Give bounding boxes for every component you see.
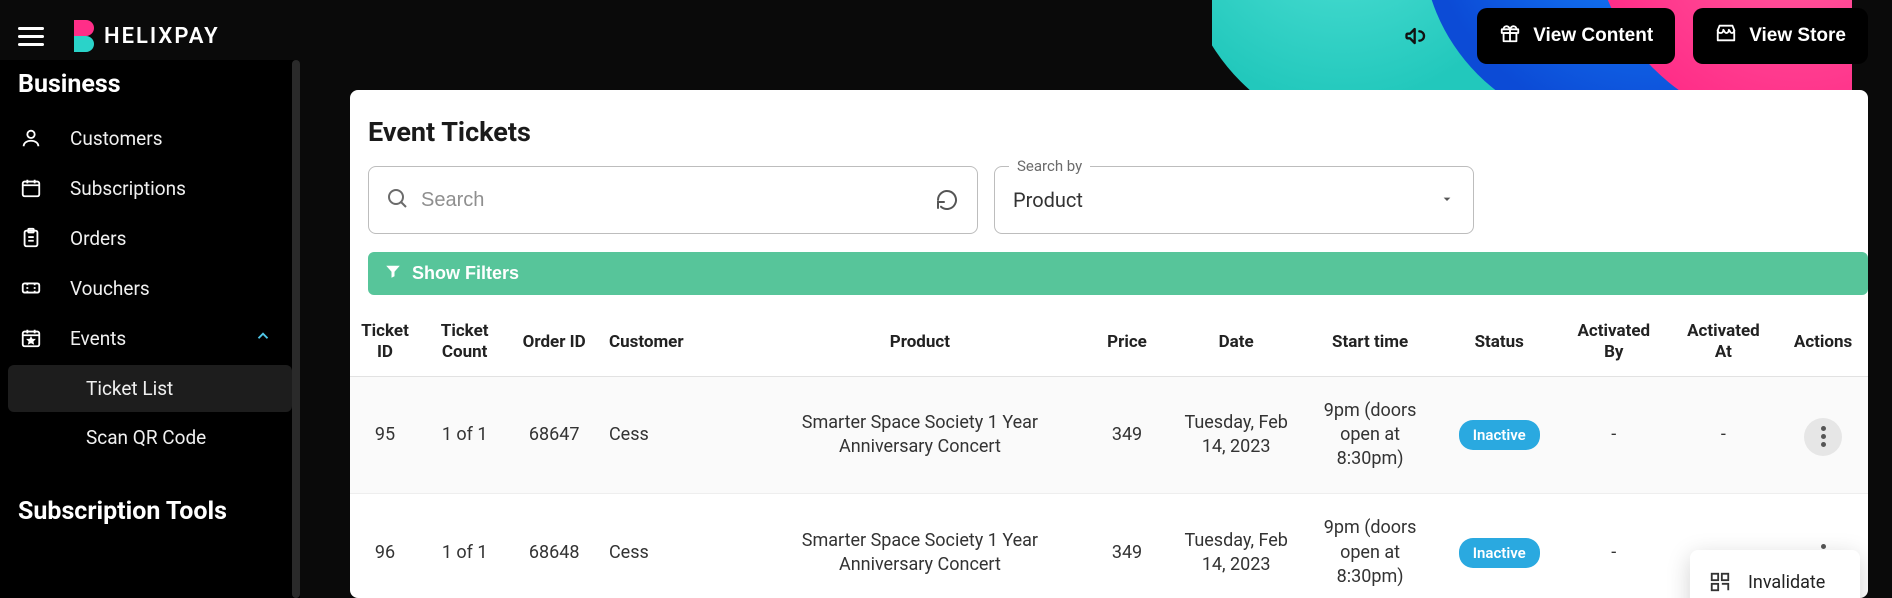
- gift-icon: [1499, 22, 1521, 50]
- th-start-time: Start time: [1301, 309, 1440, 376]
- person-icon: [18, 125, 44, 151]
- search-by-select[interactable]: Search by Product: [994, 166, 1474, 234]
- sidebar: Business Customers Subscriptions Orders …: [0, 60, 300, 598]
- menu-item-label: Invalidate: [1748, 572, 1825, 593]
- table-row: 95 1 of 1 68647 Cess Smarter Space Socie…: [350, 376, 1868, 494]
- row-actions-menu: Invalidate Activate: [1690, 550, 1860, 598]
- sidebar-item-label: Customers: [70, 127, 163, 150]
- menu-item-invalidate[interactable]: Invalidate: [1690, 558, 1860, 598]
- view-content-button[interactable]: View Content: [1477, 8, 1675, 64]
- sidebar-item-subscriptions[interactable]: Subscriptions: [0, 163, 300, 213]
- show-filters-button[interactable]: Show Filters: [368, 252, 1868, 295]
- th-ticket-count: Ticket Count: [420, 309, 509, 376]
- sidebar-scrollbar[interactable]: [292, 60, 300, 598]
- cell-customer: Cess: [599, 376, 757, 494]
- cell-order-id: 68648: [509, 494, 599, 598]
- th-ticket-id: Ticket ID: [350, 309, 420, 376]
- page-title: Event Tickets: [350, 116, 1868, 166]
- cell-product: Smarter Space Society 1 Year Anniversary…: [757, 376, 1082, 494]
- th-order-id: Order ID: [509, 309, 599, 376]
- cell-status: Inactive: [1439, 494, 1559, 598]
- th-product: Product: [757, 309, 1082, 376]
- view-content-label: View Content: [1533, 25, 1653, 47]
- sidebar-item-label: Subscriptions: [70, 177, 186, 200]
- search-by-float-label: Search by: [1009, 157, 1090, 175]
- cell-actions: [1778, 376, 1868, 494]
- th-status: Status: [1439, 309, 1559, 376]
- sidebar-subitem-ticket-list[interactable]: Ticket List: [8, 365, 292, 412]
- sidebar-item-customers[interactable]: Customers: [0, 113, 300, 163]
- tickets-table-wrap: Ticket ID Ticket Count Order ID Customer…: [350, 309, 1868, 598]
- main-panel: Event Tickets Search by Product Show Fil…: [350, 90, 1868, 598]
- cell-start-time: 9pm (doors open at 8:30pm): [1301, 376, 1440, 494]
- sidebar-subitem-label: Scan QR Code: [86, 426, 206, 449]
- cell-ticket-id: 96: [350, 494, 420, 598]
- sidebar-item-label: Events: [70, 327, 126, 350]
- more-vertical-icon: [1821, 426, 1826, 447]
- th-activated-by: Activated By: [1559, 309, 1669, 376]
- brand-logo[interactable]: HELIXPAY: [72, 20, 220, 52]
- view-store-button[interactable]: View Store: [1693, 8, 1868, 64]
- search-by-value: Product: [1013, 188, 1083, 212]
- th-price: Price: [1082, 309, 1171, 376]
- cell-price: 349: [1082, 376, 1171, 494]
- status-badge: Inactive: [1459, 420, 1540, 450]
- topbar: HELIXPAY View Content View Store: [0, 0, 1892, 72]
- filter-icon: [384, 262, 402, 285]
- cell-product: Smarter Space Society 1 Year Anniversary…: [757, 494, 1082, 598]
- cell-customer: Cess: [599, 494, 757, 598]
- show-filters-label: Show Filters: [412, 263, 519, 284]
- th-customer: Customer: [599, 309, 757, 376]
- cell-ticket-count: 1 of 1: [420, 376, 509, 494]
- cell-price: 349: [1082, 494, 1171, 598]
- th-activated-at: Activated At: [1669, 309, 1779, 376]
- sidebar-item-orders[interactable]: Orders: [0, 213, 300, 263]
- cell-activated-by: -: [1559, 494, 1669, 598]
- sidebar-item-label: Orders: [70, 227, 126, 250]
- chevron-up-icon: [254, 327, 272, 350]
- brand-mark-icon: [72, 20, 94, 52]
- cell-ticket-count: 1 of 1: [420, 494, 509, 598]
- status-badge: Inactive: [1459, 538, 1540, 568]
- cell-start-time: 9pm (doors open at 8:30pm): [1301, 494, 1440, 598]
- search-icon: [385, 186, 409, 215]
- cell-status: Inactive: [1439, 376, 1559, 494]
- brand-name: HELIXPAY: [104, 24, 220, 49]
- sidebar-item-events[interactable]: Events: [0, 313, 300, 363]
- tickets-table: Ticket ID Ticket Count Order ID Customer…: [350, 309, 1868, 598]
- calendar-star-icon: [18, 325, 44, 351]
- qr-off-icon: [1708, 570, 1732, 594]
- cell-ticket-id: 95: [350, 376, 420, 494]
- th-actions: Actions: [1778, 309, 1868, 376]
- calendar-refresh-icon: [18, 175, 44, 201]
- cell-date: Tuesday, Feb 14, 2023: [1172, 494, 1301, 598]
- search-box: [368, 166, 978, 234]
- sidebar-item-vouchers[interactable]: Vouchers: [0, 263, 300, 313]
- sidebar-subitem-label: Ticket List: [86, 377, 173, 400]
- refresh-icon[interactable]: [933, 186, 961, 214]
- table-row: 96 1 of 1 68648 Cess Smarter Space Socie…: [350, 494, 1868, 598]
- sidebar-section-subscription-tools: Subscription Tools: [0, 491, 300, 540]
- sidebar-item-label: Vouchers: [70, 277, 150, 300]
- caret-down-icon: [1439, 188, 1455, 212]
- ticket-icon: [18, 275, 44, 301]
- search-row: Search by Product: [350, 166, 1868, 252]
- megaphone-icon[interactable]: [1395, 14, 1439, 58]
- hamburger-menu-icon[interactable]: [18, 18, 54, 54]
- clipboard-icon: [18, 225, 44, 251]
- cell-activated-by: -: [1559, 376, 1669, 494]
- view-store-label: View Store: [1749, 25, 1846, 47]
- sidebar-subitem-scan-qr[interactable]: Scan QR Code: [0, 414, 300, 461]
- th-date: Date: [1172, 309, 1301, 376]
- row-actions-button[interactable]: [1804, 418, 1842, 456]
- table-header-row: Ticket ID Ticket Count Order ID Customer…: [350, 309, 1868, 376]
- store-icon: [1715, 22, 1737, 50]
- cell-activated-at: -: [1669, 376, 1779, 494]
- cell-order-id: 68647: [509, 376, 599, 494]
- cell-date: Tuesday, Feb 14, 2023: [1172, 376, 1301, 494]
- search-input[interactable]: [421, 189, 921, 212]
